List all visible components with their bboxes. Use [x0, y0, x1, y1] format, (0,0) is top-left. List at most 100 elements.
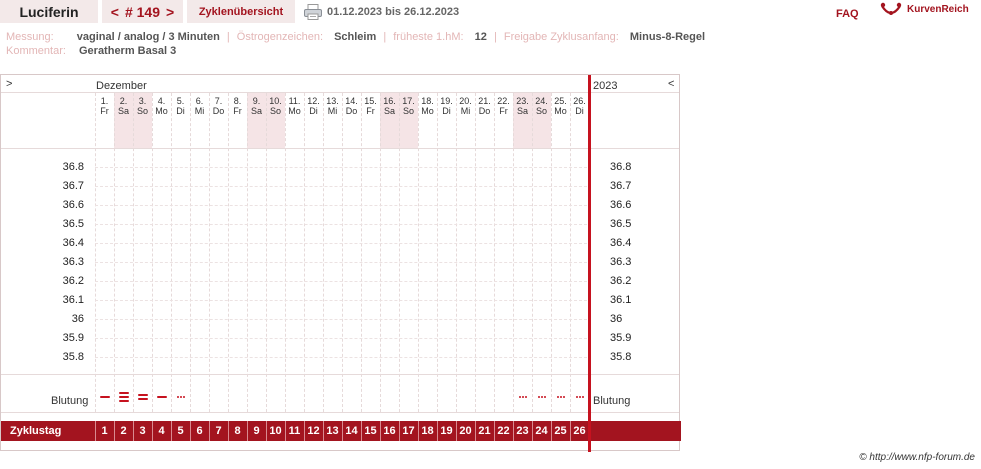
printer-icon[interactable] — [304, 4, 322, 20]
day-name: Mo — [554, 106, 567, 116]
bleeding-label: Blutung — [51, 395, 89, 407]
day-number: 5. — [176, 96, 185, 106]
temp-tick-left: 35.8 — [62, 351, 84, 363]
faq-link[interactable]: FAQ — [836, 8, 859, 20]
cycle-day: 12 — [307, 425, 320, 437]
day-name: Do — [212, 106, 225, 116]
day-name: Do — [478, 106, 491, 116]
cycle-day: 8 — [234, 425, 241, 437]
day-name: Di — [575, 106, 584, 116]
today-marker — [588, 75, 591, 452]
day-gridline — [266, 93, 267, 412]
cycle-day: 6 — [196, 425, 203, 437]
header-bottom-line — [1, 148, 679, 149]
bleeding-mark — [118, 396, 129, 398]
day-name: Sa — [516, 106, 528, 116]
spotting-dot — [562, 396, 565, 398]
temp-tick-right: 36.4 — [610, 237, 632, 249]
release-value: Minus-8-Regel — [629, 31, 706, 43]
scroll-right-button[interactable]: < — [668, 78, 674, 90]
day-name: So — [269, 106, 281, 116]
cycle-day: 26 — [573, 425, 586, 437]
day-name: Sa — [250, 106, 262, 116]
cycle-day: 10 — [269, 425, 282, 437]
day-gridline — [475, 93, 476, 412]
day-name: Mo — [421, 106, 434, 116]
cycle-day: 15 — [364, 425, 377, 437]
day-name: Sa — [383, 106, 395, 116]
temp-tick-right: 36.5 — [610, 218, 632, 230]
day-gridline — [570, 93, 571, 412]
spotting-dot — [581, 396, 584, 398]
kurvenreich-logo-icon[interactable] — [880, 2, 902, 20]
day-number: 7. — [214, 96, 223, 106]
day-gridline — [209, 93, 210, 412]
scroll-left-button[interactable]: > — [6, 78, 12, 90]
day-gridline — [399, 93, 400, 412]
day-gridline — [228, 93, 229, 412]
cycle-day-label: Zyklustag — [10, 425, 62, 437]
cycle-day: 2 — [120, 425, 127, 437]
day-gridline — [532, 93, 533, 412]
day-number: 25. — [554, 96, 567, 106]
day-gridline — [114, 93, 115, 412]
day-gridline — [380, 93, 381, 412]
day-number: 12. — [307, 96, 320, 106]
temp-tick-left: 36.3 — [62, 256, 84, 268]
day-name: Fr — [233, 106, 242, 116]
date-range: 01.12.2023 bis 26.12.2023 — [327, 6, 460, 18]
temp-gridline — [95, 300, 587, 301]
cycle-day: 3 — [139, 425, 146, 437]
cycle-day: 14 — [345, 425, 358, 437]
spotting-dot — [524, 396, 527, 398]
cycle-day: 1 — [101, 425, 108, 437]
day-number: 4. — [157, 96, 166, 106]
month-label: Dezember — [96, 80, 147, 92]
temp-gridline — [95, 281, 587, 282]
earliest-hm-value: 12 — [474, 31, 487, 43]
meta-line-1: Messung: vaginal / analog / 3 Minuten | … — [6, 31, 705, 43]
day-name: Di — [176, 106, 185, 116]
temp-gridline — [95, 243, 587, 244]
temp-tick-right: 36.2 — [610, 275, 632, 287]
temp-tick-left: 36.6 — [62, 199, 84, 211]
temp-tick-right: 36 — [610, 313, 623, 325]
day-name: Fr — [100, 106, 109, 116]
spotting-dot — [179, 396, 182, 398]
cycle-day-bar: Zyklustag 1 2 3 4 5 6 7 8 9 10 11 12 13 14 15 16 17 18 19 2… — [1, 421, 681, 441]
separator: | — [383, 31, 387, 43]
user-name: Luciferin — [0, 0, 98, 23]
day-gridline — [418, 93, 419, 412]
day-number: 10. — [269, 96, 282, 106]
next-cycle-button[interactable]: > — [163, 4, 177, 20]
cycle-day: 5 — [177, 425, 184, 437]
day-name: Sa — [117, 106, 129, 116]
day-number: 15. — [364, 96, 377, 106]
brand-name[interactable]: KurvenReich — [907, 4, 969, 15]
day-name: So — [136, 106, 148, 116]
prev-cycle-button[interactable]: < — [108, 4, 122, 20]
cycle-overview-button[interactable]: Zyklenübersicht — [187, 0, 295, 23]
cycle-day: 13 — [326, 425, 339, 437]
bleeding-label-right: Blutung — [593, 395, 631, 407]
day-name: Fr — [499, 106, 508, 116]
day-name: Fr — [366, 106, 375, 116]
day-number: 6. — [195, 96, 204, 106]
meta-line-2: Kommentar: Geratherm Basal 3 — [6, 45, 176, 57]
day-number: 3. — [138, 96, 147, 106]
day-name: Do — [345, 106, 358, 116]
temp-tick-right: 36.3 — [610, 256, 632, 268]
day-gridline — [342, 93, 343, 412]
spotting-dot — [559, 396, 562, 398]
cycle-day: 17 — [402, 425, 415, 437]
temp-gridline — [95, 224, 587, 225]
temp-tick-left: 36 — [71, 313, 84, 325]
temp-tick-right: 35.9 — [610, 332, 632, 344]
copyright-text[interactable]: © http://www.nfp-forum.de — [859, 452, 975, 463]
cycle-day: 22 — [497, 425, 510, 437]
spotting-dot — [176, 396, 179, 398]
day-name: Mo — [155, 106, 168, 116]
cycle-day: 16 — [383, 425, 396, 437]
day-number: 1. — [100, 96, 109, 106]
cycle-day: 24 — [535, 425, 548, 437]
